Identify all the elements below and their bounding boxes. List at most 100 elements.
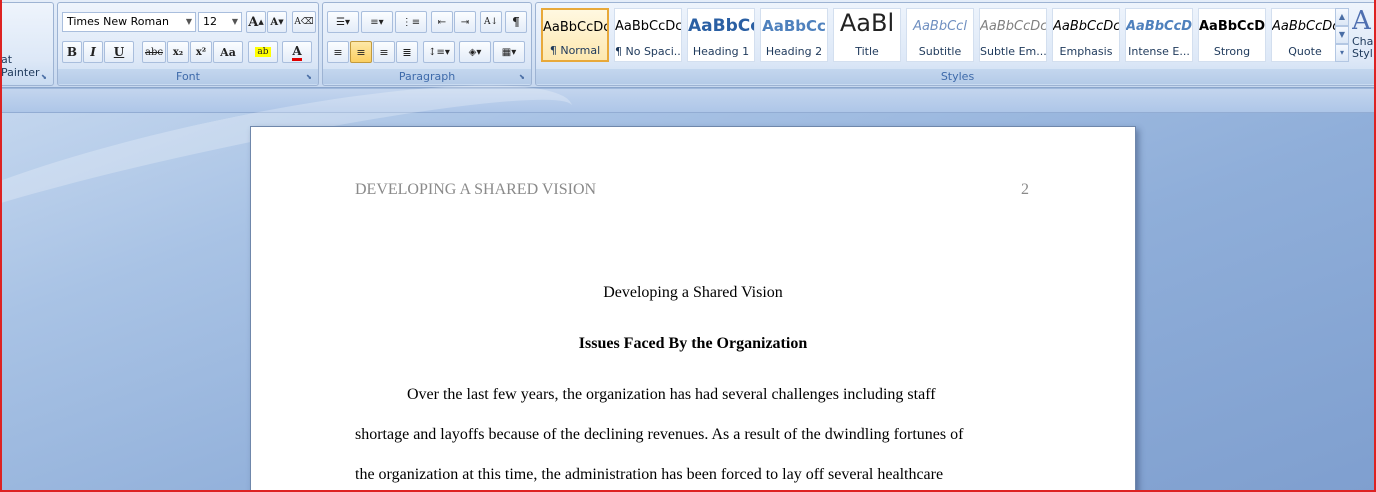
font-color-icon: A xyxy=(292,44,302,61)
font-launcher-icon[interactable]: ⬊ xyxy=(306,73,315,82)
clipboard-group: at Painter ⬊ xyxy=(0,2,54,86)
borders-icon: ▦▾ xyxy=(501,46,517,58)
style-strong[interactable]: AaBbCcDc Strong xyxy=(1198,8,1266,62)
document-page[interactable]: DEVELOPING A SHARED VISION 2 Developing … xyxy=(250,126,1136,492)
style-name: Title xyxy=(855,45,879,58)
justify-icon: ≣ xyxy=(402,45,412,59)
clear-formatting-button[interactable]: A⌫ xyxy=(292,11,316,33)
bullets-icon: ☰▾ xyxy=(336,16,350,28)
section-heading: Issues Faced By the Organization xyxy=(578,335,808,352)
multilevel-list-icon: ⋮≡ xyxy=(401,16,421,28)
line-spacing-button[interactable]: ↕≡▾ xyxy=(423,41,455,63)
sort-button[interactable]: A↓ xyxy=(480,11,502,33)
change-styles-button[interactable]: A Cha Styl xyxy=(1352,6,1376,66)
style-sample: AaBbCcl xyxy=(913,19,967,34)
align-left-button[interactable]: ≡ xyxy=(327,41,349,63)
change-styles-label: Cha Styl xyxy=(1352,35,1374,60)
change-case-button[interactable]: Aa xyxy=(213,41,243,63)
bold-button[interactable]: B xyxy=(62,41,82,63)
paragraph-line: Over the last few years, the organizatio… xyxy=(407,386,936,403)
multilevel-list-button[interactable]: ⋮≡ xyxy=(395,11,427,33)
paragraph-group-label: Paragraph xyxy=(323,69,531,84)
increase-indent-button[interactable]: ⇥ xyxy=(454,11,476,33)
style-name: Emphasis xyxy=(1059,45,1113,58)
style-sample: AaBbCc xyxy=(688,16,754,36)
paragraph-line: the organization at this time, the admin… xyxy=(355,466,944,483)
line-spacing-icon: ↕≡▾ xyxy=(428,46,450,58)
style-name: ¶ Normal xyxy=(549,44,601,57)
style-heading-2[interactable]: AaBbCc Heading 2 xyxy=(760,8,828,62)
style-quote[interactable]: AaBbCcDc Quote xyxy=(1271,8,1339,62)
justify-button[interactable]: ≣ xyxy=(396,41,418,63)
style-name: Subtitle xyxy=(918,45,962,58)
shading-button[interactable]: ◈▾ xyxy=(459,41,491,63)
style-sample: AaBbCcDc xyxy=(615,19,681,34)
change-styles-icon: A xyxy=(1352,6,1371,36)
more-styles-icon[interactable]: ▾ xyxy=(1335,44,1349,62)
style-sample: AaBbCcDc xyxy=(1126,19,1192,34)
styles-gallery: AaBbCcDc ¶ Normal AaBbCcDc ¶ No Spaci...… xyxy=(541,8,1339,64)
highlight-button[interactable]: ab xyxy=(248,41,278,63)
bullets-button[interactable]: ☰▾ xyxy=(327,11,359,33)
style-normal[interactable]: AaBbCcDc ¶ Normal xyxy=(541,8,609,62)
document-title: Developing a Shared Vision xyxy=(603,284,783,301)
chevron-down-icon: ▼ xyxy=(231,17,238,26)
pilcrow-icon: ¶ xyxy=(512,15,520,29)
style-sample: AaBbCc xyxy=(762,17,826,35)
style-subtle-emphasis[interactable]: AaBbCcDc Subtle Em... xyxy=(979,8,1047,62)
page-number: 2 xyxy=(1021,181,1029,198)
clear-format-icon: A⌫ xyxy=(294,17,314,27)
style-name: Subtle Em... xyxy=(980,45,1046,58)
font-color-button[interactable]: A xyxy=(282,41,312,63)
running-head: DEVELOPING A SHARED VISION xyxy=(355,181,597,198)
scroll-up-icon[interactable]: ▲ xyxy=(1335,8,1349,26)
style-intense-emphasis[interactable]: AaBbCcDc Intense E... xyxy=(1125,8,1193,62)
paragraph-group: ☰▾ ≡▾ ⋮≡ ⇤ ⇥ A↓ ¶ ≡ ≡ ≡ ≣ ↕≡▾ ◈▾ ▦▾ Para… xyxy=(322,2,532,86)
style-emphasis[interactable]: AaBbCcDc Emphasis xyxy=(1052,8,1120,62)
grow-font-icon: A xyxy=(248,14,259,30)
font-family-value: Times New Roman xyxy=(67,15,169,28)
borders-button[interactable]: ▦▾ xyxy=(493,41,525,63)
style-heading-1[interactable]: AaBbCc Heading 1 xyxy=(687,8,755,62)
align-center-icon: ≡ xyxy=(356,45,366,59)
styles-scroll: ▲ ▼ ▾ xyxy=(1335,8,1349,64)
style-sample: AaBbCcDc xyxy=(1272,19,1338,34)
grow-font-button[interactable]: A ▲ xyxy=(246,11,266,33)
align-right-button[interactable]: ≡ xyxy=(373,41,395,63)
shrink-font-button[interactable]: A ▼ xyxy=(267,11,287,33)
superscript-button[interactable]: x² xyxy=(190,41,212,63)
align-center-button[interactable]: ≡ xyxy=(350,41,372,63)
numbering-button[interactable]: ≡▾ xyxy=(361,11,393,33)
style-sample: AaBl xyxy=(839,9,895,37)
paint-bucket-icon: ◈▾ xyxy=(468,46,482,58)
style-subtitle[interactable]: AaBbCcl Subtitle xyxy=(906,8,974,62)
font-family-combo[interactable]: Times New Roman ▼ xyxy=(62,12,196,32)
paragraph-launcher-icon[interactable]: ⬊ xyxy=(519,73,528,82)
style-name: Heading 1 xyxy=(692,45,750,58)
numbering-icon: ≡▾ xyxy=(370,16,384,28)
underline-button[interactable]: U xyxy=(104,41,134,63)
subscript-button[interactable]: x₂ xyxy=(167,41,189,63)
frame-border xyxy=(0,0,2,492)
decrease-indent-button[interactable]: ⇤ xyxy=(431,11,453,33)
style-name: Intense E... xyxy=(1128,45,1190,58)
shrink-font-icon: A xyxy=(270,16,279,28)
clipboard-launcher-icon[interactable]: ⬊ xyxy=(41,73,50,82)
style-name: ¶ No Spaci... xyxy=(615,45,681,58)
style-title[interactable]: AaBl Title xyxy=(833,8,901,62)
style-name: Quote xyxy=(1288,45,1322,58)
style-sample: AaBbCcDc xyxy=(980,19,1046,34)
italic-button[interactable]: I xyxy=(83,41,103,63)
decrease-indent-icon: ⇤ xyxy=(437,16,447,28)
align-right-icon: ≡ xyxy=(379,45,389,59)
style-no-spacing[interactable]: AaBbCcDc ¶ No Spaci... xyxy=(614,8,682,62)
style-name: Heading 2 xyxy=(765,45,823,58)
ribbon: at Painter ⬊ Times New Roman ▼ 12 ▼ A ▲ A… xyxy=(0,0,1376,88)
show-marks-button[interactable]: ¶ xyxy=(505,11,527,33)
strikethrough-button[interactable]: abc xyxy=(142,41,166,63)
align-left-icon: ≡ xyxy=(333,45,343,59)
scroll-down-icon[interactable]: ▼ xyxy=(1335,26,1349,44)
font-group-label: Font xyxy=(58,69,318,84)
font-size-combo[interactable]: 12 ▼ xyxy=(198,12,242,32)
chevron-down-icon: ▼ xyxy=(185,17,192,26)
